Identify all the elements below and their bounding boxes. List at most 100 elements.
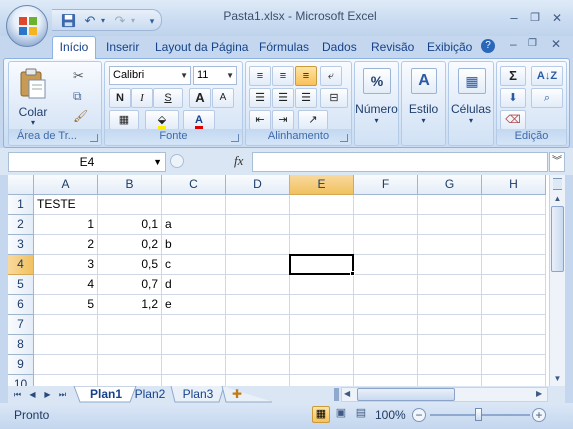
tab-split-handle[interactable] <box>334 388 339 401</box>
tab-layout[interactable]: Layout da Página <box>155 40 248 54</box>
vertical-scrollbar[interactable]: ▲ ▼ <box>549 175 565 386</box>
cell-h9[interactable] <box>482 355 546 375</box>
cell-g5[interactable] <box>418 275 482 295</box>
cell-d4[interactable] <box>226 255 290 275</box>
zoom-in-icon[interactable]: + <box>532 408 546 422</box>
customize-qat-icon[interactable]: ▾ <box>144 13 160 29</box>
zoom-level[interactable]: 100% <box>375 408 406 422</box>
workbook-close-button[interactable]: ✕ <box>551 37 561 51</box>
clear-button[interactable]: ⌫ <box>500 110 526 130</box>
cell-g2[interactable] <box>418 215 482 235</box>
insert-function-button[interactable]: fx <box>234 153 243 169</box>
cell-d8[interactable] <box>226 335 290 355</box>
tab-inserir[interactable]: Inserir <box>106 40 139 54</box>
cell-f6[interactable] <box>354 295 418 315</box>
select-all-button[interactable] <box>8 175 34 195</box>
scroll-left-icon[interactable]: ◀ <box>344 389 350 398</box>
paste-button[interactable]: Colar ▾ <box>11 64 55 127</box>
cell-c4[interactable]: c <box>162 255 226 275</box>
bold-button[interactable]: N <box>109 88 131 108</box>
restore-button[interactable]: ❐ <box>524 9 546 27</box>
name-box[interactable]: E4 ▼ <box>8 152 166 172</box>
grow-font-button[interactable]: A <box>189 88 211 108</box>
row-header-4[interactable]: 4 <box>8 255 34 275</box>
help-icon[interactable]: ? <box>481 39 495 53</box>
cell-a1[interactable]: TESTE <box>34 195 98 215</box>
align-center-button[interactable]: ☰ <box>272 88 294 108</box>
fill-color-button[interactable]: ⬙ <box>145 110 179 130</box>
cell-f7[interactable] <box>354 315 418 335</box>
row-header-7[interactable]: 7 <box>8 315 34 335</box>
first-sheet-icon[interactable]: ⏮ <box>11 388 24 401</box>
formula-expand-button[interactable]: ︾ <box>549 152 565 172</box>
sheet-tab-plan2[interactable]: Plan2 <box>128 386 172 403</box>
cell-a2[interactable]: 1 <box>34 215 98 235</box>
tab-revisao[interactable]: Revisão <box>371 40 414 54</box>
minimize-button[interactable]: – <box>503 9 525 27</box>
scroll-down-icon[interactable]: ▼ <box>550 372 565 386</box>
tab-exibicao[interactable]: Exibição <box>427 40 472 54</box>
last-sheet-icon[interactable]: ⏭ <box>56 388 69 401</box>
cell-e8[interactable] <box>290 335 354 355</box>
cell-e5[interactable] <box>290 275 354 295</box>
cell-d7[interactable] <box>226 315 290 335</box>
cell-e6[interactable] <box>290 295 354 315</box>
cell-f3[interactable] <box>354 235 418 255</box>
insert-sheet-icon[interactable]: ✚ <box>226 386 248 403</box>
increase-indent-button[interactable]: ⇥ <box>272 110 294 130</box>
merge-center-button[interactable]: ⊟ <box>320 88 348 108</box>
cell-d5[interactable] <box>226 275 290 295</box>
cell-f8[interactable] <box>354 335 418 355</box>
cell-a7[interactable] <box>34 315 98 335</box>
cell-e1[interactable] <box>290 195 354 215</box>
zoom-out-icon[interactable]: − <box>412 408 426 422</box>
cell-d9[interactable] <box>226 355 290 375</box>
cell-h3[interactable] <box>482 235 546 255</box>
cell-b5[interactable]: 0,7 <box>98 275 162 295</box>
cell-h6[interactable] <box>482 295 546 315</box>
align-top-button[interactable]: ≡ <box>249 66 271 86</box>
tab-inicio[interactable]: Início <box>52 36 96 59</box>
page-layout-view-icon[interactable]: ▣ <box>332 406 350 423</box>
sheet-tab-plan3[interactable]: Plan3 <box>176 386 220 403</box>
cell-f9[interactable] <box>354 355 418 375</box>
row-header-9[interactable]: 9 <box>8 355 34 375</box>
row-header-2[interactable]: 2 <box>8 215 34 235</box>
worksheet-grid[interactable]: ABCDEFGH 1 2 3 4 5 6 7 8 9 10 TESTE 1 0,1 a 2 0,2 b 3 0,5… <box>8 175 549 395</box>
cell-c5[interactable]: d <box>162 275 226 295</box>
normal-view-icon[interactable]: ▦ <box>312 406 330 423</box>
cell-f2[interactable] <box>354 215 418 235</box>
align-right-button[interactable]: ☰ <box>295 88 317 108</box>
cell-f1[interactable] <box>354 195 418 215</box>
cells-group[interactable]: ▦ Células ▾ <box>448 61 494 146</box>
font-launcher-icon[interactable] <box>231 134 239 142</box>
cell-c6[interactable]: e <box>162 295 226 315</box>
wrap-text-button[interactable]: ⤶ <box>320 66 342 86</box>
cell-b1[interactable] <box>98 195 162 215</box>
column-header-d[interactable]: D <box>226 175 290 195</box>
close-button[interactable]: ✕ <box>546 9 568 27</box>
borders-button[interactable]: ▦ <box>109 110 139 130</box>
vertical-scroll-thumb[interactable] <box>551 206 564 272</box>
cell-a8[interactable] <box>34 335 98 355</box>
cell-d2[interactable] <box>226 215 290 235</box>
sheet-tab-plan1[interactable]: Plan1 <box>78 386 134 403</box>
cell-d1[interactable] <box>226 195 290 215</box>
save-icon[interactable] <box>60 13 76 29</box>
column-header-b[interactable]: B <box>98 175 162 195</box>
fill-handle[interactable] <box>350 271 355 276</box>
decrease-indent-button[interactable]: ⇤ <box>249 110 271 130</box>
cell-c1[interactable] <box>162 195 226 215</box>
cell-h1[interactable] <box>482 195 546 215</box>
align-bottom-button[interactable]: ≡ <box>295 66 317 86</box>
fill-button[interactable]: ⬇ <box>500 88 526 108</box>
column-header-c[interactable]: C <box>162 175 226 195</box>
italic-button[interactable]: I <box>131 88 153 108</box>
styles-group[interactable]: A Estilo ▾ <box>401 61 446 146</box>
number-group[interactable]: % Número ▾ <box>354 61 399 146</box>
cell-f4[interactable] <box>354 255 418 275</box>
format-painter-icon[interactable]: 🖌 <box>73 109 88 123</box>
next-sheet-icon[interactable]: ▶ <box>41 388 54 401</box>
horizontal-scroll-thumb[interactable] <box>357 388 455 401</box>
zoom-slider-thumb[interactable] <box>475 408 482 421</box>
